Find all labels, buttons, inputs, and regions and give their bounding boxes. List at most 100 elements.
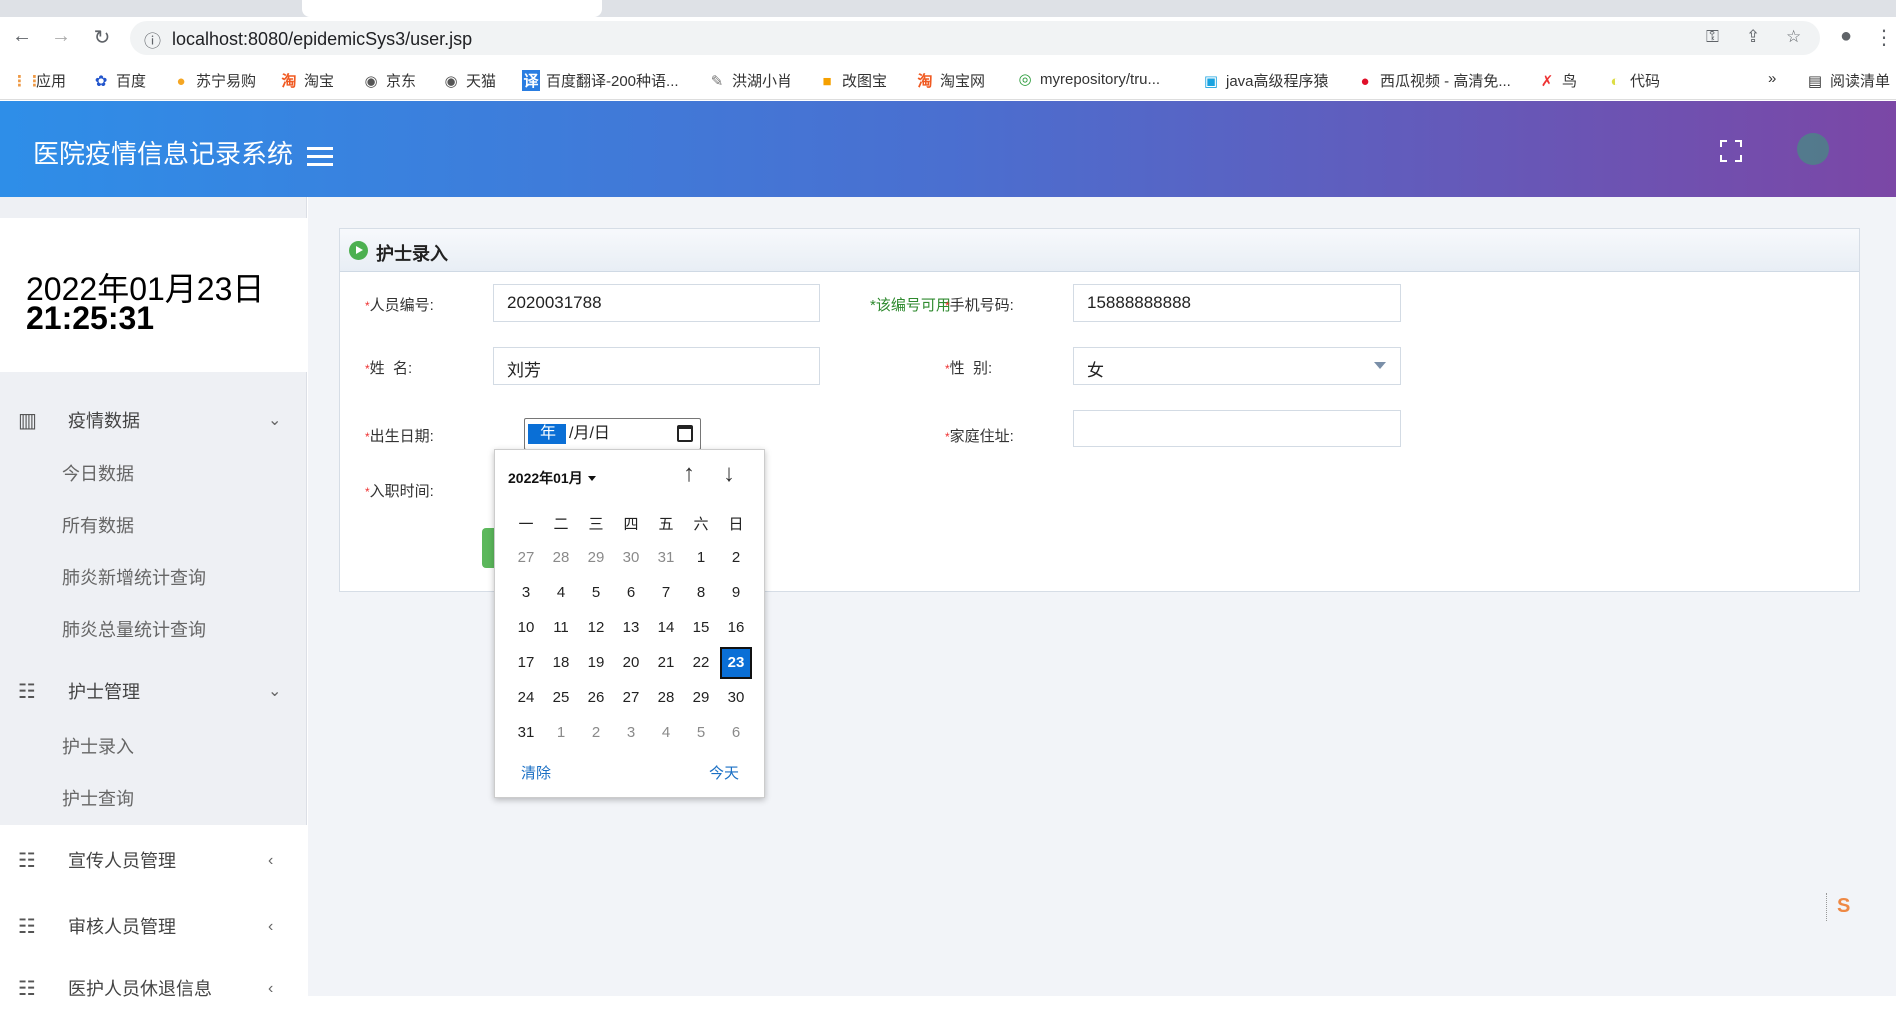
sidebar-item-total-stats[interactable]: 肺炎总量统计查询 [62, 615, 206, 645]
calendar-day-other-month[interactable]: 4 [650, 717, 682, 749]
month-year-dropdown[interactable]: 2022年01月 [508, 468, 596, 488]
sidebar-item-all-data[interactable]: 所有数据 [62, 511, 134, 541]
calendar-icon[interactable] [677, 425, 693, 442]
today-button[interactable]: 今天 [709, 762, 739, 783]
calendar-day[interactable]: 27 [615, 682, 647, 714]
name-input[interactable]: 刘芳 [493, 347, 820, 385]
bookmark[interactable]: ✿ 百度 [92, 70, 146, 91]
calendar-day[interactable]: 23 [720, 647, 752, 679]
calendar-day[interactable]: 6 [615, 577, 647, 609]
arrow-up-icon[interactable]: ↑ [683, 460, 695, 488]
calendar-day[interactable]: 17 [510, 647, 542, 679]
calendar-day-other-month[interactable]: 31 [650, 542, 682, 574]
bookmark[interactable]: 淘淘宝网 [916, 70, 985, 91]
calendar-day-other-month[interactable]: 6 [720, 717, 752, 749]
ime-toolbar[interactable]: S [1826, 893, 1886, 921]
hamburger-menu-icon[interactable] [307, 147, 333, 171]
back-icon[interactable]: ← [8, 25, 36, 48]
calendar-day[interactable]: 3 [510, 577, 542, 609]
bookmark[interactable]: ◎ myrepository/tru... [1016, 70, 1160, 88]
menu-publicity-staff[interactable]: ☷ 宣传人员管理 ‹ [0, 841, 307, 881]
bookmark[interactable]: ✎ 洪湖小肖 [708, 70, 792, 91]
calendar-day[interactable]: 18 [545, 647, 577, 679]
menu-review-staff[interactable]: ☷ 审核人员管理 ‹ [0, 907, 307, 947]
calendar-day-other-month[interactable]: 1 [545, 717, 577, 749]
calendar-day-other-month[interactable]: 2 [580, 717, 612, 749]
menu-icon[interactable]: ⋮ [1870, 25, 1896, 50]
menu-epidemic-data[interactable]: ▥ 疫情数据 ⌄ [0, 401, 307, 441]
browser-tab-active[interactable] [302, 0, 602, 17]
arrow-down-icon[interactable]: ↓ [723, 460, 735, 488]
browser-tab[interactable] [0, 0, 300, 17]
calendar-day-other-month[interactable]: 29 [580, 542, 612, 574]
address-bar[interactable]: ⓘ localhost:8080/epidemicSys3/user.jsp ⚿… [130, 21, 1820, 55]
calendar-day[interactable]: 26 [580, 682, 612, 714]
bookmark[interactable]: 淘淘宝 [280, 70, 334, 91]
menu-nurse-management[interactable]: ☷ 护士管理 ⌄ [0, 672, 307, 712]
sidebar-item-today-data[interactable]: 今日数据 [62, 459, 134, 489]
calendar-day[interactable]: 19 [580, 647, 612, 679]
staff-id-input[interactable]: 2020031788 [493, 284, 820, 322]
bookmark[interactable]: ▣ java高级程序猿 [1202, 70, 1329, 91]
birth-date-input[interactable]: 年 /月/日 [524, 418, 701, 450]
calendar-day[interactable]: 25 [545, 682, 577, 714]
bookmark[interactable]: ◉ 京东 [362, 70, 416, 91]
calendar-day[interactable]: 31 [510, 717, 542, 749]
calendar-day[interactable]: 12 [580, 612, 612, 644]
calendar-day[interactable]: 20 [615, 647, 647, 679]
bookmark[interactable]: ● 西瓜视频 - 高清免... [1356, 70, 1510, 91]
url-text[interactable]: localhost:8080/epidemicSys3/user.jsp [172, 29, 472, 50]
more-bookmarks-button[interactable]: » [1768, 70, 1776, 87]
calendar-day-other-month[interactable]: 27 [510, 542, 542, 574]
calendar-day[interactable]: 1 [685, 542, 717, 574]
bookmark[interactable]: ◐ 代码 [1606, 70, 1660, 91]
calendar-day[interactable]: 28 [650, 682, 682, 714]
year-segment[interactable]: 年 [528, 424, 566, 444]
phone-input[interactable]: 15888888888 [1073, 284, 1401, 322]
clear-button[interactable]: 清除 [521, 762, 551, 783]
sogou-ime-icon[interactable]: S [1837, 895, 1850, 918]
calendar-day[interactable]: 9 [720, 577, 752, 609]
calendar-day[interactable]: 14 [650, 612, 682, 644]
calendar-day[interactable]: 29 [685, 682, 717, 714]
bookmark[interactable]: ◉ 天猫 [442, 70, 496, 91]
bookmark[interactable]: ✗ 鸟 [1538, 70, 1577, 91]
calendar-day-other-month[interactable]: 28 [545, 542, 577, 574]
profile-icon[interactable]: ● [1832, 25, 1860, 48]
calendar-day[interactable]: 10 [510, 612, 542, 644]
sidebar-item-nurse-entry[interactable]: 护士录入 [62, 732, 134, 762]
calendar-day[interactable]: 13 [615, 612, 647, 644]
calendar-day-other-month[interactable]: 3 [615, 717, 647, 749]
star-icon[interactable]: ☆ [1786, 27, 1801, 47]
forward-icon[interactable]: → [47, 25, 75, 48]
gender-select[interactable]: 女 [1073, 347, 1401, 385]
fullscreen-icon[interactable] [1719, 139, 1743, 163]
info-icon[interactable]: ⓘ [144, 27, 161, 52]
calendar-day[interactable]: 16 [720, 612, 752, 644]
calendar-day[interactable]: 7 [650, 577, 682, 609]
calendar-day[interactable]: 22 [685, 647, 717, 679]
calendar-day[interactable]: 2 [720, 542, 752, 574]
menu-staff-leave[interactable]: ☷ 医护人员休退信息 ‹ [0, 969, 307, 1009]
avatar[interactable] [1797, 133, 1829, 165]
calendar-day[interactable]: 30 [720, 682, 752, 714]
calendar-day[interactable]: 21 [650, 647, 682, 679]
sidebar-item-nurse-query[interactable]: 护士查询 [62, 784, 134, 814]
calendar-day[interactable]: 24 [510, 682, 542, 714]
key-icon[interactable]: ⚿ [1706, 27, 1719, 47]
calendar-day[interactable]: 4 [545, 577, 577, 609]
month-day-segments[interactable]: /月/日 [569, 424, 610, 444]
sidebar-item-new-stats[interactable]: 肺炎新增统计查询 [62, 563, 206, 593]
address-input[interactable] [1073, 410, 1401, 447]
reload-icon[interactable]: ↻ [88, 25, 116, 50]
calendar-day-other-month[interactable]: 30 [615, 542, 647, 574]
calendar-day[interactable]: 8 [685, 577, 717, 609]
share-icon[interactable]: ⇪ [1746, 27, 1760, 47]
calendar-day[interactable]: 15 [685, 612, 717, 644]
calendar-day-other-month[interactable]: 5 [685, 717, 717, 749]
bookmark[interactable]: ■ 改图宝 [818, 70, 887, 91]
calendar-day[interactable]: 11 [545, 612, 577, 644]
bookmark[interactable]: ● 苏宁易购 [172, 70, 256, 91]
bookmark[interactable]: ⋮⋮应用 [12, 70, 66, 91]
reading-list[interactable]: ▤ 阅读清单 [1806, 70, 1890, 91]
